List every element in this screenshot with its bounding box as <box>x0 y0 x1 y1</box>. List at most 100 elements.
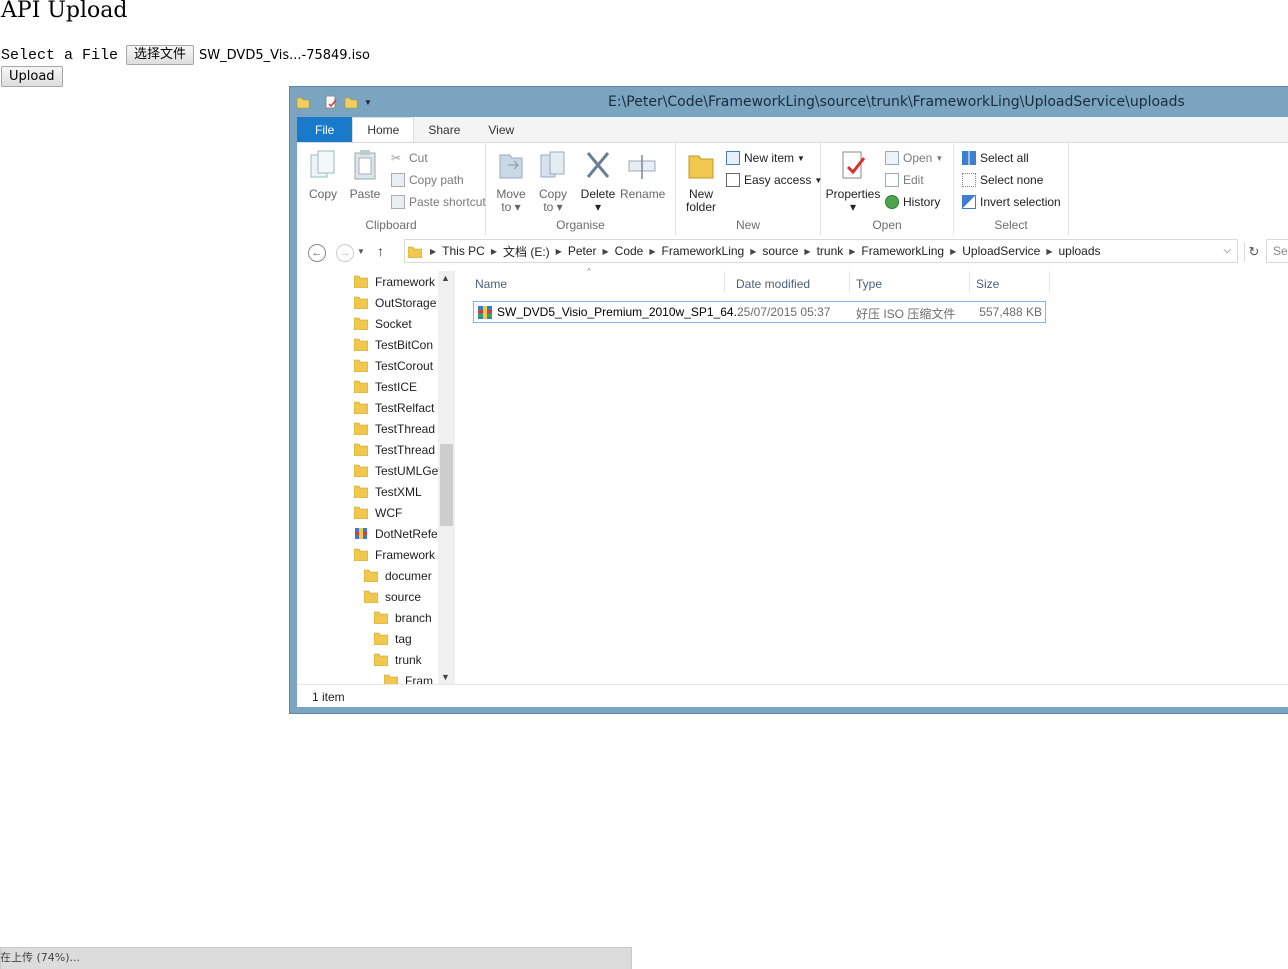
nav-scrollbar-thumb[interactable] <box>440 444 453 526</box>
nav-item[interactable]: TestCorout <box>354 355 433 376</box>
tab-home[interactable]: Home <box>352 117 415 142</box>
nav-item[interactable]: source <box>364 586 421 607</box>
cut-button[interactable]: ✂ Cut <box>391 151 428 165</box>
new-item-icon <box>726 151 740 165</box>
folder-icon <box>364 569 378 582</box>
nav-item[interactable]: Framework <box>354 271 435 292</box>
chevron-down-icon[interactable]: ▼ <box>364 98 372 107</box>
refresh-icon[interactable]: ↻ <box>1244 243 1263 261</box>
open-button[interactable]: Open ▼ <box>885 151 943 165</box>
nav-item[interactable]: documer <box>364 565 432 586</box>
separator-icon[interactable]: ▶ <box>649 247 655 256</box>
new-item-button[interactable]: New item ▼ <box>726 151 805 165</box>
nav-item[interactable]: DotNetRefe <box>354 523 438 544</box>
edit-button[interactable]: Edit <box>885 173 924 187</box>
breadcrumb-frameworkling-2[interactable]: FrameworkLing <box>861 244 944 258</box>
recent-locations-chevron-icon[interactable]: ▼ <box>357 247 365 256</box>
tab-file[interactable]: File <box>297 117 353 142</box>
nav-item[interactable]: TestUMLGe <box>354 460 438 481</box>
forward-button[interactable]: → <box>336 244 354 262</box>
paste-shortcut-button[interactable]: Paste shortcut <box>391 195 486 209</box>
separator-icon[interactable]: ▶ <box>849 247 855 256</box>
nav-item[interactable]: Socket <box>354 313 412 334</box>
up-arrow-icon[interactable]: ↑ <box>377 243 384 259</box>
tab-view[interactable]: View <box>474 117 528 142</box>
copy-to-button[interactable]: Copy to ▾ <box>534 149 572 214</box>
folder-icon <box>354 506 368 519</box>
rename-button[interactable]: Rename <box>620 149 665 201</box>
folder-icon <box>364 590 378 603</box>
address-bar[interactable]: ▶ This PC ▶ 文档 (E:) ▶ Peter ▶ Code ▶ Framewo… <box>404 239 1238 263</box>
choose-file-button[interactable]: 选择文件 <box>126 45 195 65</box>
column-header-type[interactable]: Type <box>856 277 882 291</box>
address-dropdown-chevron-icon[interactable]: ⌵ <box>1223 245 1231 256</box>
separator-icon[interactable]: ▶ <box>556 247 562 256</box>
separator-icon[interactable]: ▶ <box>603 247 609 256</box>
file-row[interactable]: SW_DVD5_Visio_Premium_2010w_SP1_64... 25… <box>473 301 1046 323</box>
breadcrumb-code[interactable]: Code <box>615 244 644 258</box>
column-header-date-modified[interactable]: Date modified <box>736 277 810 291</box>
search-input[interactable]: Se <box>1266 239 1288 263</box>
column-divider[interactable] <box>849 271 850 293</box>
properties-icon[interactable] <box>324 95 338 109</box>
separator-icon[interactable]: ▶ <box>1046 247 1052 256</box>
invert-selection-button[interactable]: Invert selection <box>962 195 1061 209</box>
breadcrumb-uploads[interactable]: uploads <box>1058 244 1100 258</box>
column-divider[interactable] <box>1049 271 1050 293</box>
nav-item[interactable]: TestRelfact <box>354 397 434 418</box>
nav-item[interactable]: tag <box>374 628 412 649</box>
nav-scrollbar[interactable]: ▲ ▼ <box>438 271 455 684</box>
breadcrumb-uploadservice[interactable]: UploadService <box>962 244 1040 258</box>
paste-button[interactable]: Paste <box>345 149 385 201</box>
separator-icon[interactable]: ▶ <box>491 247 497 256</box>
nav-item[interactable]: TestThread <box>354 439 435 460</box>
nav-item[interactable]: TestICE <box>354 376 417 397</box>
tab-share[interactable]: Share <box>414 117 474 142</box>
breadcrumb-source[interactable]: source <box>762 244 798 258</box>
nav-item[interactable]: trunk <box>374 649 422 670</box>
back-button[interactable]: ← <box>308 244 326 262</box>
navigation-pane[interactable]: Framework OutStorage Socket TestBitCon TestC… <box>297 271 455 684</box>
breadcrumb-this-pc[interactable]: This PC <box>442 244 485 258</box>
breadcrumb-frameworkling[interactable]: FrameworkLing <box>662 244 745 258</box>
upload-button[interactable]: Upload <box>1 66 63 87</box>
paste-shortcut-icon <box>391 195 405 209</box>
nav-item[interactable]: OutStorage <box>354 292 436 313</box>
nav-item[interactable]: branch <box>374 607 432 628</box>
history-button[interactable]: History <box>885 195 940 209</box>
easy-access-button[interactable]: Easy access ▼ <box>726 173 822 187</box>
breadcrumb-drive-e[interactable]: 文档 (E:) <box>503 243 550 260</box>
column-header-size[interactable]: Size <box>976 277 999 291</box>
separator-icon[interactable]: ▶ <box>750 247 756 256</box>
organise-label: Organise <box>556 218 605 232</box>
nav-item[interactable]: WCF <box>354 502 402 523</box>
iso-archive-icon <box>478 306 492 319</box>
nav-item[interactable]: TestBitCon <box>354 334 433 355</box>
new-folder-icon[interactable] <box>344 95 358 109</box>
move-to-button[interactable]: Move to ▾ <box>492 149 530 214</box>
nav-item[interactable]: Framework <box>354 544 435 565</box>
file-select-row: Select a File 选择文件 SW_DVD5_Vis...-75849.… <box>1 45 370 65</box>
copy-path-button[interactable]: Copy path <box>391 173 464 187</box>
new-folder-button[interactable]: New folder <box>682 149 720 214</box>
nav-item-label: TestThread <box>375 442 436 457</box>
breadcrumb-peter[interactable]: Peter <box>568 244 597 258</box>
scroll-down-icon[interactable]: ▼ <box>441 672 450 682</box>
column-divider[interactable] <box>724 271 725 293</box>
breadcrumb-trunk[interactable]: trunk <box>817 244 844 258</box>
select-all-button[interactable]: Select all <box>962 151 1029 165</box>
select-none-button[interactable]: Select none <box>962 173 1043 187</box>
nav-item[interactable]: TestXML <box>354 481 422 502</box>
nav-item[interactable]: TestThread <box>354 418 435 439</box>
column-header-name[interactable]: Name <box>475 277 507 291</box>
separator-icon[interactable]: ▶ <box>804 247 810 256</box>
nav-item[interactable]: Fram <box>384 670 433 684</box>
copy-button[interactable]: Copy <box>303 149 343 201</box>
nav-item-label: Socket <box>375 316 412 331</box>
column-divider[interactable] <box>969 271 970 293</box>
delete-button[interactable]: Delete ▾ <box>578 149 618 214</box>
window-titlebar[interactable]: ▼ E:\Peter\Code\FrameworkLing\source\tru… <box>290 87 1288 117</box>
separator-icon[interactable]: ▶ <box>950 247 956 256</box>
scroll-up-icon[interactable]: ▲ <box>441 273 450 283</box>
properties-button[interactable]: Properties ▾ <box>825 149 881 214</box>
